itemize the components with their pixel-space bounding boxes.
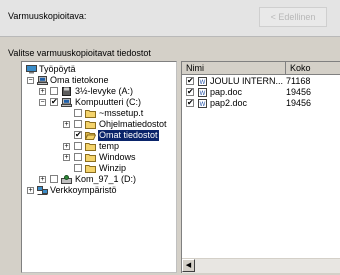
checkbox[interactable]	[74, 120, 82, 128]
list-item[interactable]: ✔ W pap.doc 19456	[182, 87, 340, 98]
folder-tree[interactable]: Työpöytä − Oma tietokone + 3½-levyke (A:…	[21, 61, 177, 273]
file-name: pap2.doc	[210, 98, 248, 108]
tree-item-label: 3½-levyke (A:)	[75, 86, 134, 96]
network-icon	[37, 186, 48, 195]
tree-item-label: Oma tietokone	[50, 75, 109, 85]
checkbox[interactable]	[74, 153, 82, 161]
folder-icon	[85, 154, 96, 162]
tree-item-folder[interactable]: + temp	[22, 141, 172, 152]
tree-item-drive-d[interactable]: + Kom_97_1 (D:)	[22, 174, 172, 185]
file-size: 19456	[286, 98, 312, 108]
checkbox-checked[interactable]: ✔	[186, 77, 194, 85]
file-size: 71168	[286, 76, 311, 86]
tree-item-folder[interactable]: + Windows	[22, 152, 172, 163]
tree-item-network[interactable]: + Verkkoympäristö	[22, 185, 172, 196]
expand-icon[interactable]: +	[27, 187, 34, 194]
expand-icon[interactable]: +	[63, 121, 70, 128]
hard-drive-icon	[61, 98, 72, 107]
tree-item-label: temp	[99, 141, 120, 151]
tree-item-label: Kompuutteri (C:)	[75, 97, 142, 107]
tree-item-folder[interactable]: ~mssetup.t	[22, 108, 172, 119]
collapse-icon[interactable]: −	[39, 99, 46, 106]
expand-icon[interactable]: +	[39, 176, 46, 183]
tree-item-label: Verkkoympäristö	[50, 185, 117, 195]
tree-item-label: Työpöytä	[39, 64, 76, 74]
tree-item-my-computer[interactable]: − Oma tietokone	[22, 75, 172, 86]
folder-icon	[85, 165, 96, 173]
svg-text:W: W	[200, 80, 206, 86]
tree-item-label: Kom_97_1 (D:)	[75, 174, 137, 184]
tree-item-label: Winzip	[99, 163, 127, 173]
tree-item-label: Ohjelmatiedostot	[99, 119, 167, 129]
file-size: 19456	[286, 87, 312, 97]
checkbox[interactable]	[74, 109, 82, 117]
back-button[interactable]: < Edellinen	[259, 7, 327, 27]
folder-icon	[85, 110, 96, 118]
floppy-icon	[62, 87, 71, 96]
computer-icon	[37, 76, 48, 85]
collapse-icon[interactable]: −	[27, 77, 34, 84]
svg-text:W: W	[200, 102, 206, 108]
scroll-left-icon[interactable]: ◀	[182, 259, 195, 272]
file-list[interactable]: Nimi Koko ✔ W JOULU INTERN... 71168 ✔ W …	[181, 61, 340, 273]
column-header-name[interactable]: Nimi	[182, 62, 286, 75]
select-files-label: Valitse varmuuskopioitavat tiedostot	[8, 48, 151, 58]
horizontal-scrollbar[interactable]: ◀	[182, 258, 340, 273]
checkbox[interactable]	[50, 87, 58, 95]
document-icon: W	[198, 77, 207, 86]
tree-item-folder[interactable]: + Ohjelmatiedostot	[22, 119, 172, 130]
header-divider	[0, 36, 340, 37]
expand-icon[interactable]: +	[63, 154, 70, 161]
tree-item-desktop[interactable]: Työpöytä	[22, 64, 172, 75]
expand-icon[interactable]: +	[63, 143, 70, 150]
svg-text:W: W	[200, 91, 206, 97]
header-area: Varmuuskopioitava: < Edellinen	[0, 0, 340, 36]
tree-item-folder[interactable]: Winzip	[22, 163, 172, 174]
list-item[interactable]: ✔ W JOULU INTERN... 71168	[182, 76, 340, 87]
tree-item-label: ~mssetup.t	[99, 108, 144, 118]
file-name: JOULU INTERN...	[210, 76, 284, 86]
tree-item-label-selected: Omat tiedostot	[98, 130, 159, 141]
expand-icon[interactable]: +	[39, 88, 46, 95]
checkbox-checked[interactable]: ✔	[186, 99, 194, 107]
checkbox-checked[interactable]: ✔	[50, 98, 58, 106]
backup-label: Varmuuskopioitava:	[8, 11, 87, 21]
list-item[interactable]: ✔ W pap2.doc 19456	[182, 98, 340, 109]
column-header-size[interactable]: Koko	[286, 62, 340, 75]
tree-item-label: Windows	[99, 152, 136, 162]
folder-icon	[85, 143, 96, 151]
document-icon: W	[198, 99, 207, 108]
drive-icon	[61, 175, 72, 184]
tree-item-floppy[interactable]: + 3½-levyke (A:)	[22, 86, 172, 97]
checkbox[interactable]	[50, 175, 58, 183]
open-folder-icon	[85, 132, 96, 140]
checkbox-checked[interactable]: ✔	[186, 88, 194, 96]
document-icon: W	[198, 88, 207, 97]
tree-item-my-documents[interactable]: ✔ Omat tiedostot	[22, 130, 172, 141]
file-name: pap.doc	[210, 87, 243, 97]
tree-item-drive-c[interactable]: − ✔ Kompuutteri (C:)	[22, 97, 172, 108]
folder-icon	[85, 121, 96, 129]
checkbox-checked[interactable]: ✔	[74, 131, 82, 139]
checkbox[interactable]	[74, 164, 82, 172]
dialog-window: Varmuuskopioitava: < Edellinen Valitse v…	[0, 0, 340, 275]
desktop-icon	[26, 65, 37, 74]
checkbox[interactable]	[74, 142, 82, 150]
